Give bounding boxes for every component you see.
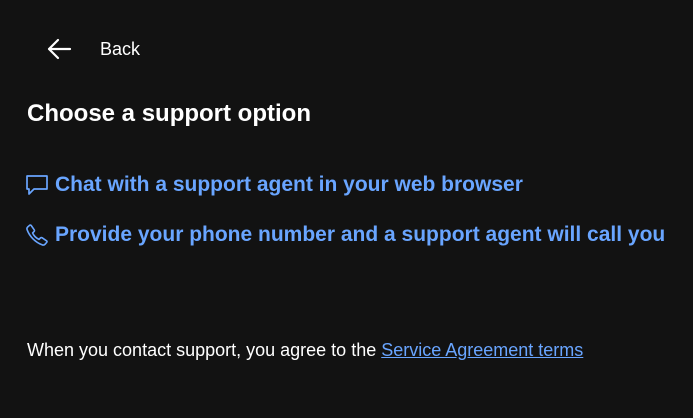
back-label: Back — [100, 38, 141, 59]
request-callback-label: Provide your phone number and a support … — [55, 223, 666, 246]
agreement-text: When you contact support, you agree to t… — [27, 340, 382, 360]
support-options-page: Back Choose a support option Chat with a… — [0, 0, 693, 418]
support-agreement-notice: When you contact support, you agree to t… — [27, 340, 583, 361]
page-title: Choose a support option — [27, 100, 311, 127]
chat-bubble-icon — [25, 172, 51, 198]
back-button[interactable]: Back — [44, 32, 140, 66]
chat-with-agent-link[interactable]: Chat with a support agent in your web br… — [25, 172, 523, 198]
phone-icon — [25, 222, 51, 248]
service-agreement-link[interactable]: Service Agreement terms — [381, 340, 583, 360]
arrow-left-icon — [44, 34, 74, 64]
request-callback-link[interactable]: Provide your phone number and a support … — [25, 222, 665, 248]
chat-with-agent-label: Chat with a support agent in your web br… — [55, 173, 523, 196]
